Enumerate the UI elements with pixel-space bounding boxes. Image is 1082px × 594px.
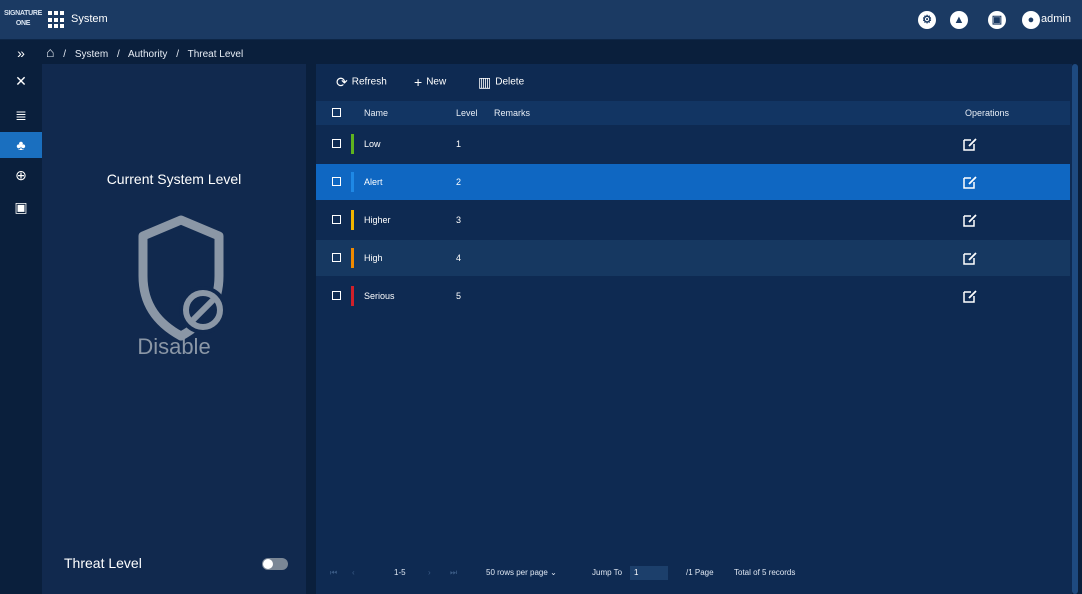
globe-icon[interactable]: ⊕: [0, 162, 42, 188]
export-icon[interactable]: ▣: [0, 194, 42, 220]
chevron-down-icon: ⌄: [550, 568, 557, 577]
edit-icon[interactable]: [962, 174, 978, 190]
new-label: New: [426, 76, 447, 88]
breadcrumb-separator: /: [63, 49, 67, 60]
level-state: Disable: [137, 334, 211, 359]
row-level: 2: [456, 177, 462, 187]
rows-per-page-select[interactable]: 50 rows per page ⌄: [486, 563, 557, 583]
row-name: Serious: [364, 291, 395, 301]
rows-per-page-value: 50 rows per page: [486, 568, 548, 577]
level-color-bar: [351, 248, 354, 268]
table-row[interactable]: Serious 5: [316, 278, 1070, 314]
new-button[interactable]: + New: [414, 70, 446, 94]
delete-label: Delete: [495, 76, 525, 88]
edit-icon[interactable]: [962, 136, 978, 152]
page-count: /1 Page: [686, 568, 714, 577]
level-color-bar: [351, 210, 354, 230]
level-panel: Current System Level Disable Threat Leve…: [42, 64, 306, 594]
plus-icon: +: [414, 74, 423, 90]
breadcrumb-item-system[interactable]: System: [75, 49, 108, 60]
breadcrumb: ⌂ / System / Authority / Threat Level: [46, 40, 249, 64]
jump-input[interactable]: 1: [630, 566, 668, 580]
column-header-remarks[interactable]: Remarks: [494, 101, 530, 125]
column-header-name[interactable]: Name: [364, 101, 388, 125]
column-header-level[interactable]: Level: [456, 101, 478, 125]
edit-icon[interactable]: [962, 250, 978, 266]
breadcrumb-separator: /: [176, 49, 179, 60]
pagination: ⏮ ‹ 1-5 › ⏭ 50 rows per page ⌄ Jump To 1…: [316, 563, 1070, 583]
trash-icon: ▥: [478, 74, 492, 90]
user-management-icon[interactable]: ♣: [0, 132, 42, 158]
total-records: Total of 5 records: [734, 568, 796, 577]
delete-button[interactable]: ▥ Delete: [478, 70, 524, 94]
shield-disabled-icon: [131, 214, 231, 344]
next-page-icon[interactable]: ›: [428, 563, 431, 583]
app-title: System: [71, 13, 108, 25]
table-row[interactable]: Higher 3: [316, 202, 1070, 238]
edit-icon[interactable]: [962, 212, 978, 228]
user-icon[interactable]: ●: [1022, 11, 1040, 29]
level-panel-title: Current System Level: [106, 171, 242, 187]
table-row[interactable]: Low 1: [316, 126, 1070, 162]
brand-logo-line-2: ONE: [15, 20, 31, 27]
row-level: 1: [456, 139, 462, 149]
top-bar: SIGNATURE ONE System ⚙ ▲ ▣ ● admin: [0, 0, 1082, 40]
left-nav: » ✕ ≣ ♣ ⊕ ▣: [0, 40, 42, 594]
row-checkbox[interactable]: [332, 291, 341, 300]
level-color-bar: [351, 286, 354, 306]
refresh-label: Refresh: [351, 76, 387, 88]
home-icon[interactable]: ⌂: [46, 44, 54, 60]
column-header-operations: Operations: [965, 108, 1010, 118]
level-color-bar: [351, 134, 354, 154]
row-name: High: [364, 253, 383, 263]
refresh-button[interactable]: ⟳ Refresh: [336, 70, 387, 94]
row-name: Low: [364, 139, 381, 149]
prev-page-icon[interactable]: ‹: [352, 563, 355, 583]
page-range: 1-5: [394, 568, 406, 577]
row-level: 5: [456, 291, 462, 301]
breadcrumb-item-threat-level: Threat Level: [187, 49, 244, 60]
refresh-icon: ⟳: [336, 74, 348, 90]
app-grid-icon[interactable]: [48, 11, 66, 29]
tools-icon[interactable]: ✕: [0, 68, 42, 94]
brand-logo-line-1: SIGNATURE: [4, 10, 43, 17]
user-name[interactable]: admin: [1041, 13, 1071, 25]
row-checkbox[interactable]: [332, 215, 341, 224]
alarm-icon[interactable]: ▣: [988, 11, 1006, 29]
row-name: Alert: [364, 177, 383, 187]
table-row[interactable]: High 4: [316, 240, 1070, 276]
database-icon[interactable]: ≣: [0, 102, 42, 128]
table-row[interactable]: Alert 2: [316, 164, 1070, 200]
scrollbar[interactable]: [1072, 64, 1078, 594]
lock-icon[interactable]: ⚙: [918, 11, 936, 29]
first-page-icon[interactable]: ⏮: [330, 563, 337, 583]
breadcrumb-item-authority[interactable]: Authority: [128, 49, 167, 60]
row-checkbox[interactable]: [332, 139, 341, 148]
threat-level-label: Threat Level: [64, 555, 142, 571]
expand-icon[interactable]: »: [0, 40, 42, 66]
row-name: Higher: [364, 215, 391, 225]
breadcrumb-separator: /: [116, 49, 120, 60]
edit-icon[interactable]: [962, 288, 978, 304]
threat-level-toggle[interactable]: [262, 558, 288, 570]
row-level: 3: [456, 215, 462, 225]
bell-icon[interactable]: ▲: [950, 11, 968, 29]
row-checkbox[interactable]: [332, 253, 341, 262]
last-page-icon[interactable]: ⏭: [450, 563, 457, 583]
row-checkbox[interactable]: [332, 177, 341, 186]
level-color-bar: [351, 172, 354, 192]
table-header: Name Level Remarks Operations: [316, 101, 1070, 125]
jump-label: Jump To: [592, 568, 623, 577]
brand-logo[interactable]: SIGNATURE ONE: [4, 9, 42, 31]
select-all-checkbox[interactable]: [332, 108, 341, 117]
row-level: 4: [456, 253, 462, 263]
